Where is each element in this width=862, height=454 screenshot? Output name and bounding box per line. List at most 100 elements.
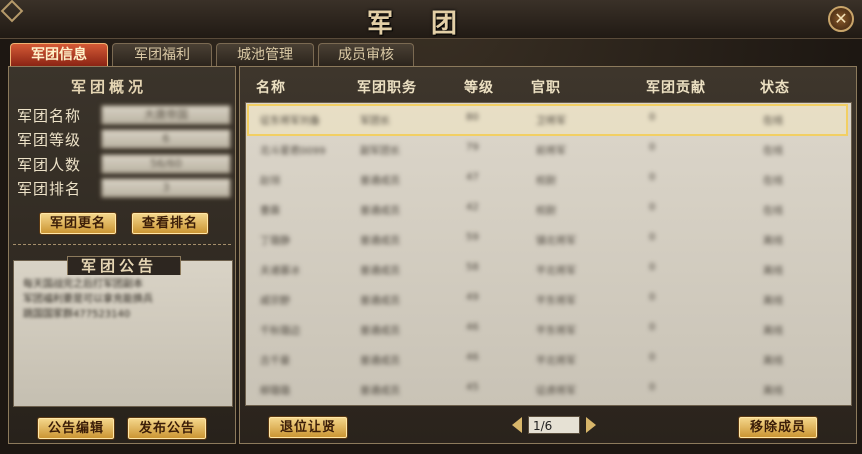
publish-notice-button[interactable]: 发布公告 <box>127 417 207 440</box>
member-rank: 平东将军 <box>536 326 576 337</box>
page-indicator[interactable]: 1/6 <box>528 416 580 434</box>
edit-notice-button[interactable]: 公告编辑 <box>37 417 115 440</box>
view-ranking-button[interactable]: 查看排名 <box>131 212 209 235</box>
member-list[interactable]: 征东将军刘备 军团长 80 卫将军 0 在线 北斗星君0099 副军团长 79 前将军 0 在线 赵翎普… <box>245 102 852 406</box>
tab-city-management[interactable]: 城池管理 <box>216 43 314 66</box>
member-name: 戚宗野 <box>260 296 290 307</box>
section-divider <box>13 244 231 245</box>
table-row[interactable]: 戚宗野 普通成员 49 平东将军 0 离线 <box>249 286 846 314</box>
tab-member-review[interactable]: 成员审核 <box>318 43 414 66</box>
member-role: 普通成员 <box>360 206 400 217</box>
table-row[interactable]: 柳璐璐 普通成员 45 征虏将军 0 离线 <box>249 376 846 404</box>
member-level: 47 <box>466 172 479 183</box>
table-row[interactable]: 赵翎 普通成员 47 校尉 0 在线 <box>249 166 846 194</box>
legion-level-label: 军团等级 <box>17 131 82 149</box>
member-name: 夫诸慕冰 <box>260 266 300 277</box>
member-level: 45 <box>466 382 479 393</box>
legion-name-field: 大唐帝国 <box>101 105 231 125</box>
member-name: 赵翎 <box>260 176 280 187</box>
member-status: 离线 <box>763 356 783 367</box>
legion-members-label: 军团人数 <box>17 156 82 174</box>
member-contribution: 0 <box>649 232 656 243</box>
member-contribution: 0 <box>649 262 656 273</box>
col-header-contribution: 军团贡献 <box>646 80 706 96</box>
member-level: 59 <box>466 232 479 243</box>
member-contribution: 0 <box>649 172 656 183</box>
member-rank: 前将军 <box>536 146 566 157</box>
table-row[interactable]: 丁璐静 普通成员 59 镇北将军 0 离线 <box>249 226 846 254</box>
member-panel: 名称 军团职务 等级 官职 军团贡献 状态 征东将军刘备 军团长 80 卫将军 0 在线北… <box>239 66 857 444</box>
member-status: 离线 <box>763 386 783 397</box>
member-status: 离线 <box>763 296 783 307</box>
notice-text: 每天国战完之后打军团副本 军团福利要是可以拿充能换兵 跳国国家群47752314… <box>23 279 153 320</box>
member-level: 80 <box>466 112 479 123</box>
member-status: 在线 <box>763 206 783 217</box>
prev-page-icon[interactable] <box>512 417 522 433</box>
col-header-rank: 官职 <box>531 80 561 96</box>
member-level: 49 <box>466 292 479 303</box>
member-role: 普通成员 <box>360 236 400 247</box>
member-contribution: 0 <box>649 142 656 153</box>
table-row[interactable]: 古千曼 普通成员 46 平北将军 0 离线 <box>249 346 846 374</box>
remove-member-button[interactable]: 移除成员 <box>738 416 818 439</box>
legion-name-label: 军团名称 <box>17 107 82 125</box>
close-icon[interactable]: ✕ <box>828 6 854 32</box>
member-status: 在线 <box>763 176 783 187</box>
col-header-role: 军团职务 <box>357 80 417 96</box>
member-rank: 征虏将军 <box>536 386 576 397</box>
pager: 1/6 <box>510 416 600 436</box>
legion-members-field: 56/60 <box>101 154 231 174</box>
member-role: 普通成员 <box>360 296 400 307</box>
legion-rank-field: 3 <box>101 178 231 198</box>
member-rank: 镇北将军 <box>536 236 576 247</box>
member-rank: 校尉 <box>536 176 556 187</box>
window-title: 军团 <box>366 9 495 39</box>
col-header-name: 名称 <box>256 80 286 96</box>
member-status: 离线 <box>763 266 783 277</box>
member-name: 柳璐璐 <box>260 386 290 397</box>
member-level: 42 <box>466 202 479 213</box>
table-row[interactable]: 北斗星君0099 副军团长 79 前将军 0 在线 <box>249 136 846 164</box>
member-status: 在线 <box>763 146 783 157</box>
member-name: 征东将军刘备 <box>260 116 320 127</box>
next-page-icon[interactable] <box>586 417 596 433</box>
member-rank: 平北将军 <box>536 356 576 367</box>
member-contribution: 0 <box>649 352 656 363</box>
member-rank: 平东将军 <box>536 296 576 307</box>
table-row[interactable]: 曹霖 普通成员 42 校尉 0 在线 <box>249 196 846 224</box>
title-bar: 军团 ✕ <box>0 0 862 39</box>
member-level: 58 <box>466 262 479 273</box>
resign-button[interactable]: 退位让贤 <box>268 416 348 439</box>
member-role: 普通成员 <box>360 386 400 397</box>
member-status: 在线 <box>763 116 783 127</box>
member-level: 46 <box>466 352 479 363</box>
table-row[interactable]: 征东将军刘备 军团长 80 卫将军 0 在线 <box>247 104 848 136</box>
member-contribution: 0 <box>649 292 656 303</box>
member-role: 军团长 <box>360 116 390 127</box>
col-header-level: 等级 <box>464 80 494 96</box>
member-name: 千秋璐边 <box>260 326 300 337</box>
member-status: 离线 <box>763 236 783 247</box>
legion-level-field: 6 <box>101 129 231 149</box>
member-name: 曹霖 <box>260 206 280 217</box>
legion-rank-label: 军团排名 <box>17 180 82 198</box>
tab-legion-welfare[interactable]: 军团福利 <box>112 43 212 66</box>
table-row[interactable]: 千秋璐边 普通成员 46 平东将军 0 离线 <box>249 316 846 344</box>
member-status: 离线 <box>763 326 783 337</box>
tab-legion-info[interactable]: 军团信息 <box>10 43 108 66</box>
overview-panel: 军团概况 军团名称 大唐帝国 军团等级 6 军团人数 56/60 军团排名 3 … <box>8 66 236 444</box>
member-role: 普通成员 <box>360 326 400 337</box>
member-level: 79 <box>466 142 479 153</box>
member-role: 普通成员 <box>360 356 400 367</box>
member-level: 46 <box>466 322 479 333</box>
rename-legion-button[interactable]: 军团更名 <box>39 212 117 235</box>
notice-title: 军团公告 <box>81 257 158 275</box>
member-contribution: 0 <box>649 112 656 123</box>
table-row[interactable]: 夫诸慕冰 普通成员 58 平北将军 0 离线 <box>249 256 846 284</box>
member-name: 丁璐静 <box>260 236 290 247</box>
member-name: 北斗星君0099 <box>260 146 326 157</box>
member-contribution: 0 <box>649 382 656 393</box>
legion-window: 军团 ✕ 军团信息 军团福利 城池管理 成员审核 军团概况 军团名称 大唐帝国 … <box>0 0 862 454</box>
col-header-status: 状态 <box>760 80 790 96</box>
member-rank: 卫将军 <box>536 116 566 127</box>
